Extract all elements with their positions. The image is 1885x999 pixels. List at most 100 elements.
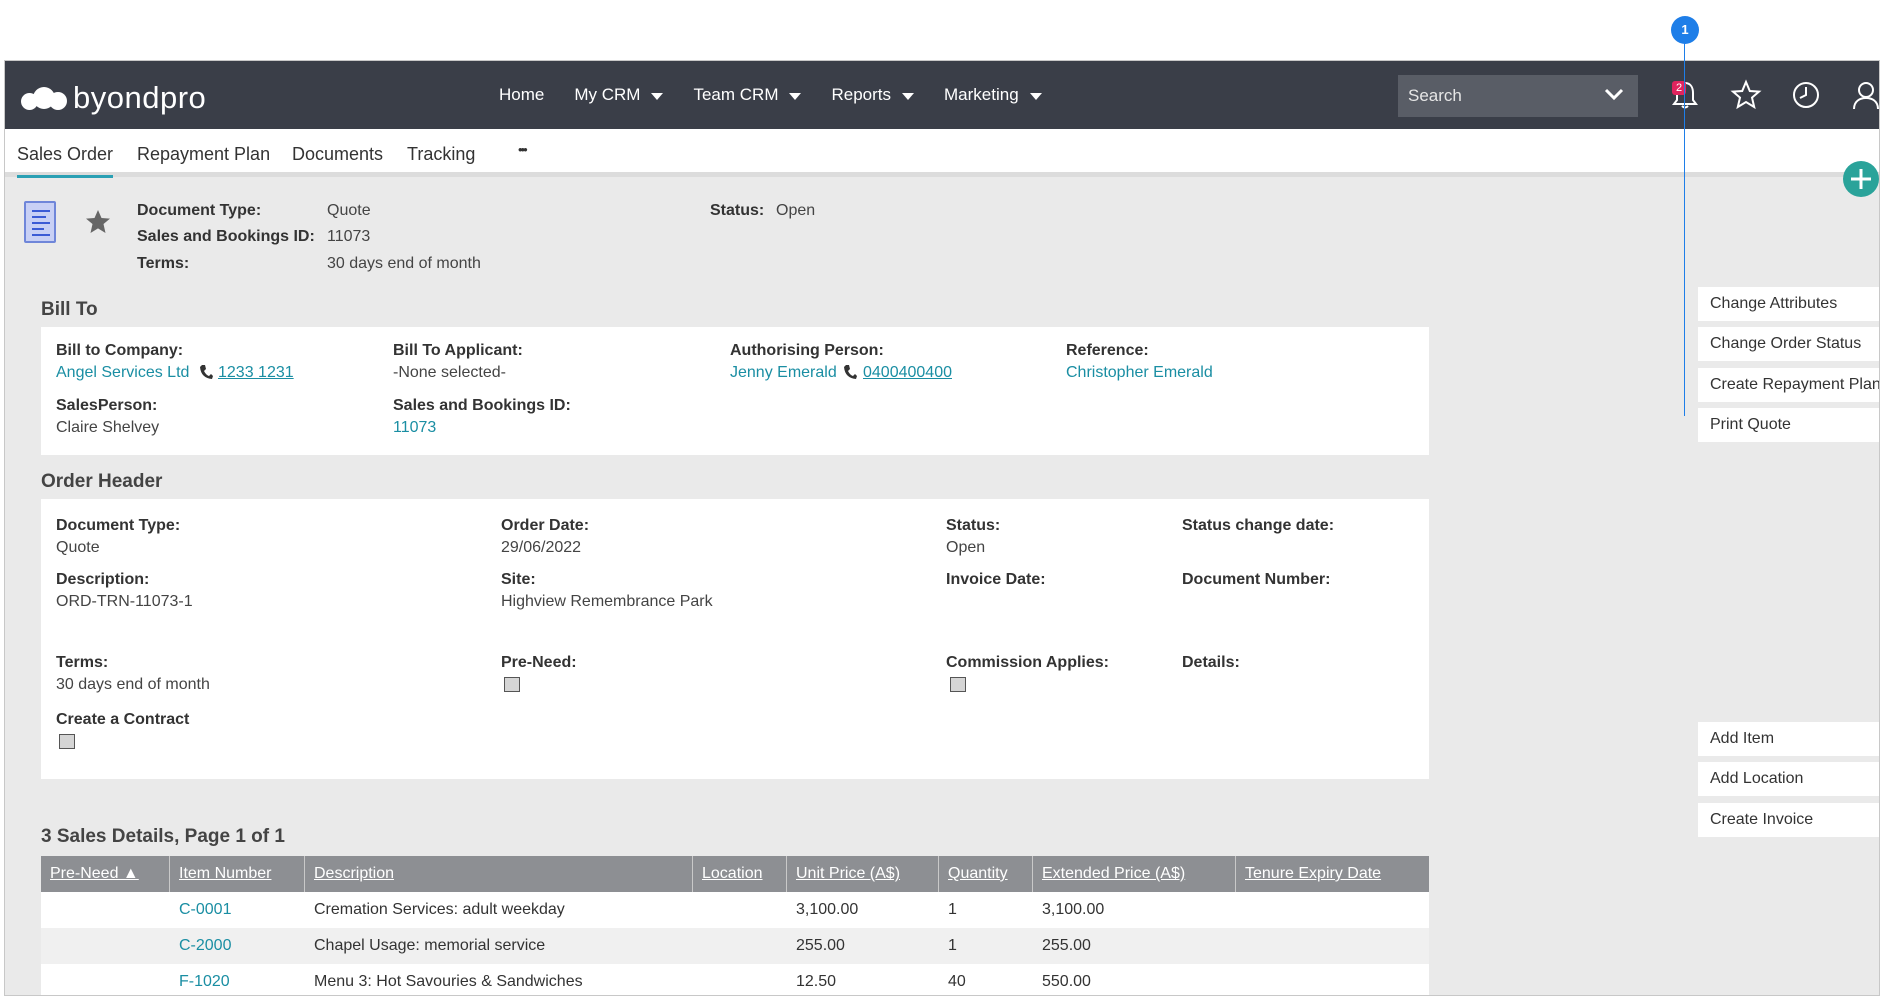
nav-team-crm-label: Team CRM xyxy=(693,85,779,104)
bill-to-sb-id-label: Sales and Bookings ID: xyxy=(393,397,571,414)
add-plus-button[interactable] xyxy=(1843,161,1879,197)
tab-more[interactable]: ••• xyxy=(518,142,528,157)
nav-reports[interactable]: Reports xyxy=(831,85,915,105)
details-label: Details: xyxy=(1182,654,1240,671)
summary-terms-value: 30 days end of month xyxy=(327,255,481,272)
reference-link[interactable]: Christopher Emerald xyxy=(1066,364,1213,382)
search-dropdown[interactable]: Search xyxy=(1398,75,1638,117)
authorising-person-label: Authorising Person: xyxy=(730,342,884,359)
main-nav: Home My CRM Team CRM Reports Marketing xyxy=(499,61,1072,129)
phone-icon xyxy=(200,365,213,379)
description-value: ORD-TRN-11073-1 xyxy=(56,593,193,610)
phone-icon xyxy=(844,365,857,379)
status-change-date-label: Status change date: xyxy=(1182,517,1335,534)
nav-team-crm[interactable]: Team CRM xyxy=(693,85,802,105)
table-row: F-1020 Menu 3: Hot Savouries & Sandwiche… xyxy=(41,964,1429,995)
col-pre-need[interactable]: Pre-Need ▲ xyxy=(41,856,170,892)
step-marker-line xyxy=(1684,42,1685,416)
site-label: Site: xyxy=(501,571,536,588)
nav-home-label: Home xyxy=(499,85,545,104)
col-unit-price[interactable]: Unit Price (A$) xyxy=(787,856,939,892)
order-date-label: Order Date: xyxy=(501,517,590,534)
document-icon xyxy=(24,201,56,243)
authorising-person-link[interactable]: Jenny Emerald xyxy=(730,364,837,382)
row-quantity: 40 xyxy=(948,973,966,990)
col-description[interactable]: Description xyxy=(305,856,693,892)
top-nav-bar: byondpro Home My CRM Team CRM Reports Ma… xyxy=(5,61,1879,129)
nav-home[interactable]: Home xyxy=(499,85,544,105)
tab-sales-order[interactable]: Sales Order xyxy=(17,144,114,178)
caret-down-icon xyxy=(651,92,664,100)
plus-icon xyxy=(1851,169,1871,189)
commission-applies-label: Commission Applies: xyxy=(946,654,1109,671)
row-item-link[interactable]: C-2000 xyxy=(170,928,231,964)
create-contract-checkbox[interactable] xyxy=(59,734,75,749)
order-date-value: 29/06/2022 xyxy=(501,539,582,556)
col-item-number[interactable]: Item Number xyxy=(170,856,305,892)
col-tenure-expiry[interactable]: Tenure Expiry Date xyxy=(1236,856,1429,892)
row-unit-price: 3,100.00 xyxy=(796,901,859,918)
row-item-link[interactable]: F-1020 xyxy=(170,964,230,995)
nav-reports-label: Reports xyxy=(831,85,892,104)
create-repayment-plan-button[interactable]: Create Repayment Plan xyxy=(1698,368,1879,402)
pre-need-checkbox[interactable] xyxy=(504,677,520,692)
col-location[interactable]: Location xyxy=(693,856,787,892)
row-description: Cremation Services: adult weekday xyxy=(314,901,565,918)
favorite-star-icon[interactable] xyxy=(85,209,111,235)
bill-to-applicant-value: -None selected- xyxy=(393,364,506,381)
summary-status-value: Open xyxy=(776,202,816,219)
authorising-person-phone[interactable]: 0400400400 xyxy=(863,364,952,382)
change-attributes-button[interactable]: Change Attributes xyxy=(1698,287,1879,321)
nav-marketing[interactable]: Marketing xyxy=(944,85,1042,105)
invoice-date-label: Invoice Date: xyxy=(946,571,1046,588)
order-header-panel: Document Type: Quote Order Date: 29/06/2… xyxy=(41,499,1429,779)
nav-my-crm[interactable]: My CRM xyxy=(574,85,664,105)
create-invoice-button[interactable]: Create Invoice xyxy=(1698,803,1879,837)
terms-label: Terms: xyxy=(56,654,109,671)
row-quantity: 1 xyxy=(948,937,957,954)
pre-need-label: Pre-Need: xyxy=(501,654,577,671)
tab-documents[interactable]: Documents xyxy=(292,144,383,165)
history-clock-icon[interactable] xyxy=(1790,79,1822,111)
bill-to-title: Bill To xyxy=(41,299,98,320)
status-label: Status: xyxy=(946,517,1001,534)
bill-to-sb-id-link[interactable]: 11073 xyxy=(393,419,436,437)
bill-to-company-phone[interactable]: 1233 1231 xyxy=(218,364,294,382)
tab-repayment-plan[interactable]: Repayment Plan xyxy=(137,144,270,165)
chevron-down-icon xyxy=(1604,88,1624,101)
terms-value: 30 days end of month xyxy=(56,676,210,693)
user-icon[interactable] xyxy=(1850,79,1880,111)
tab-tracking[interactable]: Tracking xyxy=(407,144,475,165)
bill-to-applicant-label: Bill To Applicant: xyxy=(393,342,523,359)
row-description: Chapel Usage: memorial service xyxy=(314,937,546,954)
summary-document-type-label: Document Type: xyxy=(137,202,262,219)
logo[interactable]: byondpro xyxy=(21,80,206,116)
order-header-title: Order Header xyxy=(41,471,163,492)
bill-to-company-label: Bill to Company: xyxy=(56,342,184,359)
summary-sb-id-value: 11073 xyxy=(327,228,371,245)
row-item-link[interactable]: C-0001 xyxy=(170,892,231,928)
logo-mark-icon xyxy=(21,84,69,112)
create-contract-label: Create a Contract xyxy=(56,711,190,728)
star-icon[interactable] xyxy=(1730,79,1762,111)
row-description: Menu 3: Hot Savouries & Sandwiches xyxy=(314,973,583,990)
doc-type-value: Quote xyxy=(56,539,100,556)
record-tabs: Sales Order Repayment Plan Documents Tra… xyxy=(5,129,1879,178)
row-unit-price: 255.00 xyxy=(796,937,845,954)
step-marker: 1 xyxy=(1671,16,1699,44)
nav-marketing-label: Marketing xyxy=(944,85,1019,104)
col-quantity[interactable]: Quantity xyxy=(939,856,1033,892)
doc-type-label: Document Type: xyxy=(56,517,181,534)
print-quote-button[interactable]: Print Quote xyxy=(1698,408,1879,442)
site-value: Highview Remembrance Park xyxy=(501,593,713,610)
row-extended-price: 3,100.00 xyxy=(1042,901,1105,918)
bill-to-company-link[interactable]: Angel Services Ltd xyxy=(56,364,189,382)
add-item-button[interactable]: Add Item xyxy=(1698,722,1879,756)
change-order-status-button[interactable]: Change Order Status xyxy=(1698,327,1879,361)
row-extended-price: 550.00 xyxy=(1042,973,1091,990)
reference-label: Reference: xyxy=(1066,342,1149,359)
add-location-button[interactable]: Add Location xyxy=(1698,762,1879,796)
col-extended-price[interactable]: Extended Price (A$) xyxy=(1033,856,1236,892)
table-header: Pre-Need ▲ Item Number Description Locat… xyxy=(41,856,1429,892)
commission-applies-checkbox[interactable] xyxy=(950,677,966,692)
